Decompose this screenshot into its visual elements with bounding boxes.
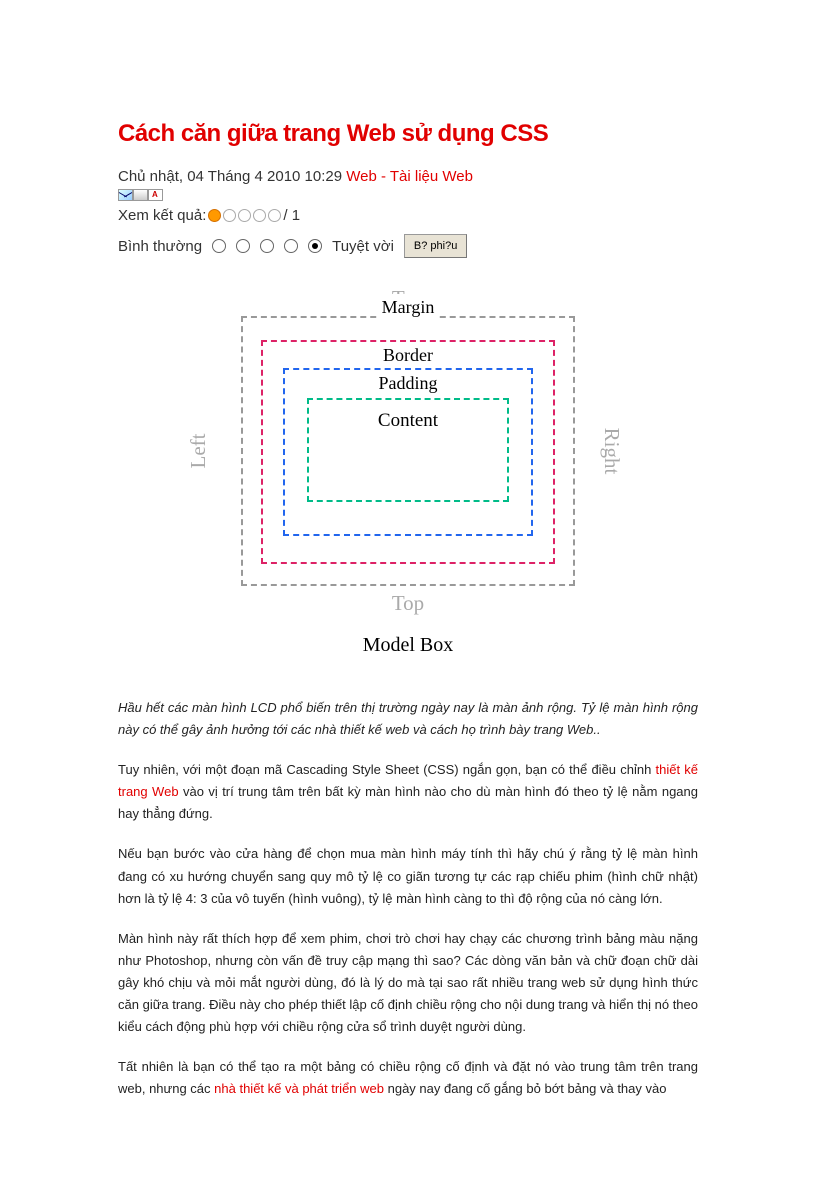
breadcrumb-category[interactable]: Web [346, 168, 377, 185]
link-web-designers[interactable]: nhà thiết kế và phát triển web [214, 1081, 384, 1096]
rating-radio-5[interactable] [308, 239, 322, 253]
rating-radio-2[interactable] [236, 239, 250, 253]
diagram-label-right: Right [599, 428, 624, 475]
p5b-text: ngày nay đang cố gắng bỏ bớt bảng và tha… [384, 1081, 666, 1096]
result-dot-3 [238, 209, 251, 222]
border-label: Border [379, 342, 437, 367]
rating-left-label: Bình thường [118, 238, 202, 255]
dateline: Chủ nhật, 04 Tháng 4 2010 10:29 Web - Tà… [118, 168, 698, 185]
rating-radio-4[interactable] [284, 239, 298, 253]
article-body: Hầu hết các màn hình LCD phổ biến trên t… [118, 697, 698, 1100]
margin-label: Margin [378, 294, 439, 319]
breadcrumb-subcategory[interactable]: Tài liệu Web [390, 168, 473, 185]
intro-paragraph: Hầu hết các màn hình LCD phổ biến trên t… [118, 697, 698, 741]
print-icon[interactable] [133, 189, 148, 201]
rating-radio-1[interactable] [212, 239, 226, 253]
diagram-label-left: Left [186, 434, 211, 469]
diagram-label-bottom: Top [392, 591, 424, 616]
paragraph-5: Tất nhiên là bạn có thể tạo ra một bảng … [118, 1056, 698, 1100]
breadcrumb-sep: - [377, 168, 390, 185]
content-box: Content [307, 398, 509, 502]
result-dot-2 [223, 209, 236, 222]
p2b-text: vào vị trí trung tâm trên bất kỳ màn hìn… [118, 784, 698, 821]
rating-right-label: Tuyệt vời [332, 238, 394, 255]
page-title: Cách căn giữa trang Web sử dụng CSS [118, 120, 698, 148]
result-dot-1 [208, 209, 221, 222]
pdf-icon[interactable] [148, 189, 163, 201]
action-icons [118, 189, 698, 201]
p2a-text: Tuy nhiên, với một đoạn mã Cascading Sty… [118, 762, 656, 777]
padding-label: Padding [374, 370, 441, 395]
vote-button[interactable]: B? phi?u [404, 234, 467, 258]
result-dot-4 [253, 209, 266, 222]
result-label: Xem kết quả: [118, 207, 206, 224]
email-icon[interactable] [118, 189, 133, 201]
diagram-caption: Model Box [118, 634, 698, 657]
result-tail: / 1 [283, 207, 300, 224]
box-model-diagram: Top Top Left Right Margin Border Padding… [181, 286, 635, 616]
paragraph-4: Màn hình này rất thích hợp để xem phim, … [118, 928, 698, 1038]
paragraph-2: Tuy nhiên, với một đoạn mã Cascading Sty… [118, 759, 698, 825]
rating-result: Xem kết quả: / 1 [118, 207, 698, 224]
rating-row: Bình thường Tuyệt vời B? phi?u [118, 234, 698, 258]
publish-date: Chủ nhật, 04 Tháng 4 2010 10:29 [118, 168, 342, 185]
result-dot-5 [268, 209, 281, 222]
rating-radio-3[interactable] [260, 239, 274, 253]
content-label: Content [309, 400, 507, 441]
paragraph-3: Nếu bạn bước vào cửa hàng để chọn mua mà… [118, 843, 698, 909]
